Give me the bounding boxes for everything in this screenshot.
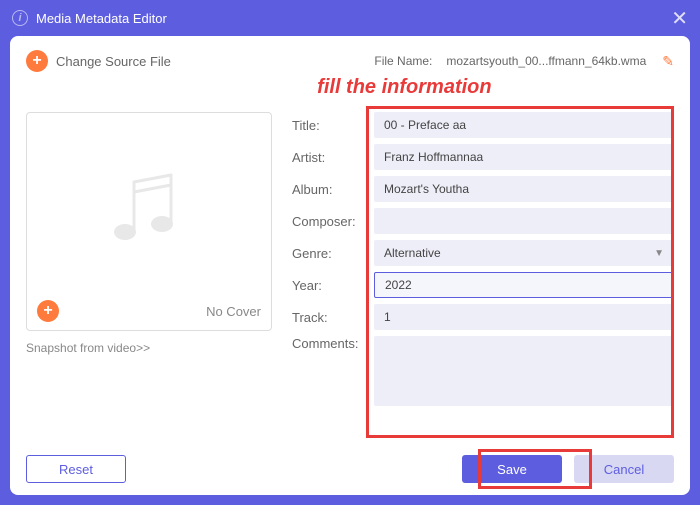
add-cover-button[interactable]: + bbox=[37, 300, 59, 322]
track-input[interactable] bbox=[374, 304, 674, 330]
save-button[interactable]: Save bbox=[462, 455, 562, 483]
window-title: Media Metadata Editor bbox=[36, 11, 167, 26]
title-label: Title: bbox=[292, 118, 370, 133]
button-row: Reset Save Cancel bbox=[26, 455, 674, 483]
composer-label: Composer: bbox=[292, 214, 370, 229]
cover-panel: + No Cover Snapshot from video>> bbox=[26, 112, 272, 447]
filename-label: File Name: bbox=[374, 54, 432, 68]
annotation-text: fill the information bbox=[317, 76, 491, 99]
form-panel: Title: Artist: Album: Composer: Genre: bbox=[292, 112, 674, 447]
genre-label: Genre: bbox=[292, 246, 370, 261]
edit-filename-icon[interactable]: ✎ bbox=[662, 53, 674, 70]
change-source-plus-icon[interactable]: + bbox=[26, 50, 48, 72]
titlebar: i Media Metadata Editor ✕ bbox=[0, 0, 700, 36]
year-label: Year: bbox=[292, 278, 370, 293]
snapshot-link[interactable]: Snapshot from video>> bbox=[26, 341, 272, 355]
reset-button[interactable]: Reset bbox=[26, 455, 126, 483]
close-icon[interactable]: ✕ bbox=[671, 6, 688, 31]
track-label: Track: bbox=[292, 310, 370, 325]
no-cover-label: No Cover bbox=[206, 304, 261, 319]
artist-label: Artist: bbox=[292, 150, 370, 165]
header-row: + Change Source File File Name: mozartsy… bbox=[26, 50, 674, 72]
info-icon: i bbox=[12, 10, 28, 26]
comments-label: Comments: bbox=[292, 336, 370, 351]
title-input[interactable] bbox=[374, 112, 674, 138]
change-source-button[interactable]: Change Source File bbox=[56, 54, 171, 69]
genre-selected-value: Alternative bbox=[384, 246, 441, 260]
genre-select[interactable]: Alternative ▼ bbox=[374, 240, 674, 266]
composer-input[interactable] bbox=[374, 208, 674, 234]
cancel-button[interactable]: Cancel bbox=[574, 455, 674, 483]
year-input[interactable] bbox=[374, 272, 674, 298]
cover-box: + No Cover bbox=[26, 112, 272, 331]
filename-value: mozartsyouth_00...ffmann_64kb.wma bbox=[446, 54, 646, 68]
artist-input[interactable] bbox=[374, 144, 674, 170]
music-note-icon bbox=[99, 162, 199, 262]
album-label: Album: bbox=[292, 182, 370, 197]
chevron-down-icon: ▼ bbox=[654, 248, 664, 259]
comments-textarea[interactable] bbox=[374, 336, 674, 406]
album-input[interactable] bbox=[374, 176, 674, 202]
